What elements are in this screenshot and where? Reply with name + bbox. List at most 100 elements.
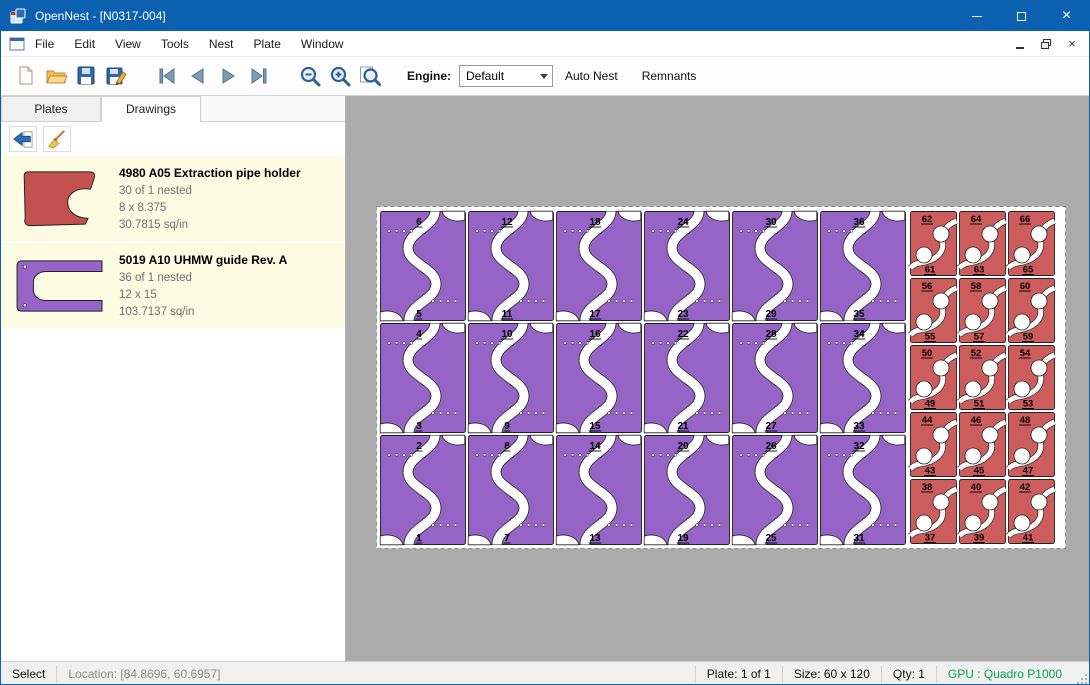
zoom-out-button[interactable] [295, 61, 325, 91]
open-button[interactable] [41, 61, 71, 91]
auto-nest-button[interactable]: Auto Nest [553, 61, 630, 91]
nest-view[interactable]: 6512111817242330293635431091615222128273… [376, 206, 1066, 549]
engine-select[interactable]: Default [459, 65, 553, 87]
drawings-toolbar [1, 122, 345, 156]
status-bar: Select Location: [84.8696, 60.6957] Plat… [1, 661, 1089, 685]
drawing-item-extraction-pipe-holder[interactable]: 4980 A05 Extraction pipe holder 30 of 1 … [1, 156, 345, 241]
mdi-document-icon[interactable] [9, 37, 25, 51]
red-part-pair[interactable]: 4039 [960, 480, 1006, 544]
return-arrow-button[interactable] [9, 126, 37, 152]
zoom-in-icon [328, 64, 352, 88]
purple-part-pair[interactable]: 65 [380, 211, 465, 321]
part-number-label: 36 [853, 217, 865, 228]
engine-dropdown-button[interactable] [536, 66, 552, 86]
mdi-restore-button[interactable] [1035, 35, 1057, 53]
red-part-pair[interactable]: 5049 [911, 346, 957, 410]
maximize-button[interactable] [999, 1, 1044, 31]
menu-item-edit[interactable]: Edit [64, 31, 105, 56]
go-last-button[interactable] [243, 61, 273, 91]
menu-item-view[interactable]: View [105, 31, 151, 56]
menu-item-tools[interactable]: Tools [151, 31, 199, 56]
go-next-button[interactable] [213, 61, 243, 91]
resize-grip[interactable] [1073, 662, 1089, 685]
purple-part-pair[interactable]: 3231 [820, 435, 905, 545]
part-number-label: 1 [416, 533, 422, 544]
red-part-pair[interactable]: 5655 [911, 279, 957, 343]
save-button[interactable] [71, 61, 101, 91]
zoom-fit-button[interactable] [355, 61, 385, 91]
red-part-pair[interactable]: 4645 [960, 413, 1006, 477]
app-window: OpenNest - [N0317-004] × FileEditViewToo… [0, 0, 1090, 685]
minimize-button[interactable] [954, 1, 999, 31]
drawing-nested-count: 36 of 1 nested [119, 270, 287, 287]
go-last-icon [246, 64, 270, 88]
close-button[interactable]: × [1044, 1, 1089, 31]
purple-part-pair[interactable]: 1615 [556, 323, 641, 433]
red-part-pair[interactable]: 6059 [1009, 279, 1055, 343]
new-document-icon [14, 64, 38, 88]
menu-item-plate[interactable]: Plate [244, 31, 291, 56]
go-previous-button[interactable] [183, 61, 213, 91]
status-plate: Plate: 1 of 1 [696, 667, 782, 681]
red-part-pair[interactable]: 5857 [960, 279, 1006, 343]
new-document-button[interactable] [11, 61, 41, 91]
purple-part-pair[interactable]: 3433 [820, 323, 905, 433]
menu-item-window[interactable]: Window [291, 31, 354, 56]
mdi-minimize-button[interactable] [1009, 35, 1031, 53]
part-number-label: 43 [925, 466, 936, 477]
tab-plates[interactable]: Plates [1, 96, 101, 121]
app-titlebar[interactable]: OpenNest - [N0317-004] × [1, 1, 1089, 31]
purple-part-pair[interactable]: 1211 [468, 211, 553, 321]
purple-part-pair[interactable]: 2423 [644, 211, 729, 321]
zoom-in-button[interactable] [325, 61, 355, 91]
purple-part-pair[interactable]: 21 [380, 435, 465, 545]
purple-part-pair[interactable]: 87 [468, 435, 553, 545]
red-part-pair[interactable]: 4443 [911, 413, 957, 477]
purple-part-pair[interactable]: 43 [380, 323, 465, 433]
red-part-pair[interactable]: 4847 [1009, 413, 1055, 477]
red-part-pair[interactable]: 6463 [960, 212, 1006, 276]
panel-tabstrip: Plates Drawings [1, 96, 345, 122]
purple-part-pair[interactable]: 109 [468, 323, 553, 433]
red-part-pair[interactable]: 3837 [911, 480, 957, 544]
nest-canvas[interactable]: 6512111817242330293635431091615222128273… [346, 96, 1089, 661]
maximize-icon [1017, 12, 1026, 21]
purple-part-pair[interactable]: 1413 [556, 435, 641, 545]
drawing-item-uhmw-guide[interactable]: 5019 A10 UHMW guide Rev. A 36 of 1 neste… [1, 243, 345, 328]
status-mode: Select [1, 667, 56, 681]
part-thumbnail [11, 163, 109, 234]
zoom-out-icon [298, 64, 322, 88]
red-part-pair[interactable]: 6261 [911, 212, 957, 276]
tab-drawings[interactable]: Drawings [101, 96, 201, 122]
part-number-label: 63 [974, 265, 985, 276]
red-part-pair[interactable]: 4241 [1009, 480, 1055, 544]
red-part-pair[interactable]: 5251 [960, 346, 1006, 410]
mdi-close-button[interactable]: × [1061, 35, 1083, 53]
broom-button[interactable] [43, 126, 71, 152]
drawing-list: 4980 A05 Extraction pipe holder 30 of 1 … [1, 156, 345, 661]
part-number-label: 18 [589, 217, 601, 228]
save-edit-button[interactable] [101, 61, 131, 91]
purple-part-pair[interactable]: 3029 [732, 211, 817, 321]
part-number-label: 55 [925, 332, 936, 343]
part-number-label: 31 [853, 533, 865, 544]
go-first-button[interactable] [153, 61, 183, 91]
mdi-minimize-icon [1016, 47, 1024, 49]
part-number-label: 15 [589, 421, 601, 432]
purple-part-pair[interactable]: 2019 [644, 435, 729, 545]
part-number-label: 57 [974, 332, 985, 343]
broom-icon [46, 129, 68, 149]
part-number-label: 23 [677, 309, 689, 320]
part-thumbnail [11, 250, 109, 321]
purple-part-pair[interactable]: 2827 [732, 323, 817, 433]
purple-part-pair[interactable]: 3635 [820, 211, 905, 321]
remnants-button[interactable]: Remnants [630, 61, 709, 91]
purple-part-pair[interactable]: 2221 [644, 323, 729, 433]
red-part-pair[interactable]: 6665 [1009, 212, 1055, 276]
purple-part-pair[interactable]: 1817 [556, 211, 641, 321]
menu-item-nest[interactable]: Nest [199, 31, 244, 56]
red-part-pair[interactable]: 5453 [1009, 346, 1055, 410]
menu-item-file[interactable]: File [25, 31, 64, 56]
part-number-label: 12 [501, 217, 513, 228]
purple-part-pair[interactable]: 2625 [732, 435, 817, 545]
